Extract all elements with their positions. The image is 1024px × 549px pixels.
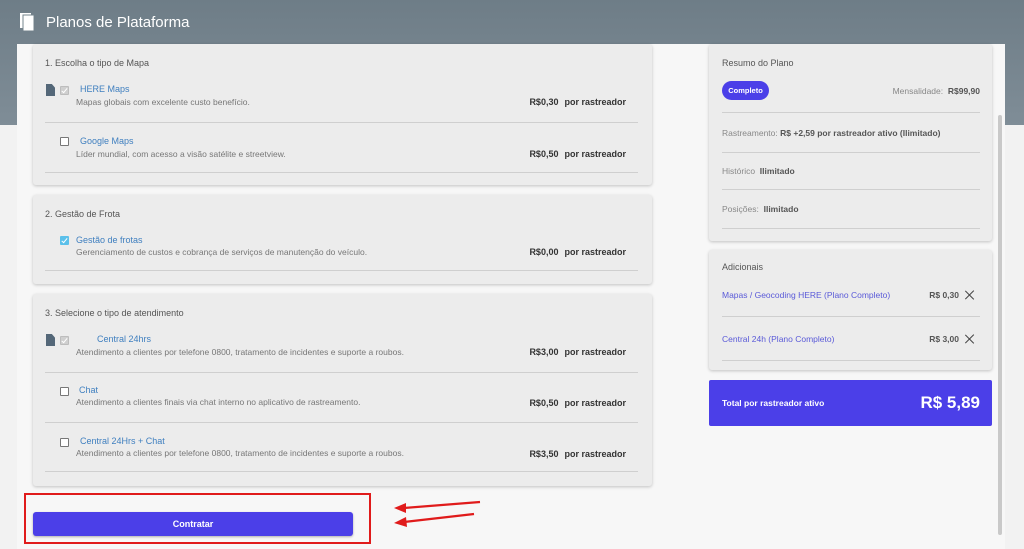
document-icon	[46, 334, 55, 346]
addon-price: R$ 0,30	[929, 290, 959, 300]
total-label: Total por rastreador ativo	[722, 398, 825, 408]
option-price: R$0,50 por rastreador	[529, 149, 626, 159]
fleet-section-card: 2. Gestão de Frota Gestão de frotas Gere…	[33, 195, 652, 284]
addons-card: Adicionais Mapas / Geocoding HERE (Plano…	[709, 250, 992, 370]
annotation-arrow-icon	[394, 500, 481, 527]
total-box: Total por rastreador ativo R$ 5,89	[709, 380, 992, 426]
google-maps-checkbox[interactable]	[60, 137, 69, 146]
addons-title: Adicionais	[722, 262, 764, 272]
section-title: 2. Gestão de Frota	[45, 209, 121, 219]
divider	[722, 152, 980, 153]
divider	[45, 372, 638, 373]
here-maps-checkbox[interactable]	[60, 86, 69, 95]
option-description: Atendimento a clientes finais via chat i…	[76, 397, 361, 407]
plan-badge: Completo	[722, 81, 769, 100]
page-title: Planos de Plataforma	[46, 13, 190, 31]
option-name: Central 24Hrs + Chat	[80, 436, 165, 446]
scrollbar[interactable]	[998, 115, 1002, 535]
option-name: Chat	[79, 385, 99, 395]
contratar-button[interactable]: Contratar	[33, 512, 353, 536]
divider	[45, 270, 638, 271]
monthly-fee: Mensalidade: R$99,90	[892, 86, 980, 96]
divider	[722, 112, 980, 113]
divider	[45, 422, 638, 423]
option-price: R$3,00 por rastreador	[529, 347, 626, 357]
addon-label: Central 24h (Plano Completo)	[722, 334, 835, 344]
option-chat[interactable]: Chat Atendimento a clientes finais via c…	[45, 384, 638, 424]
map-section-card: 1. Escolha o tipo de Mapa HERE Maps Mapa…	[33, 44, 652, 185]
addon-price: R$ 3,00	[929, 334, 959, 344]
option-price: R$0,30 por rastreador	[529, 97, 626, 107]
option-here-maps[interactable]: HERE Maps Mapas globais com excelente cu…	[45, 82, 638, 122]
divider	[722, 228, 980, 229]
remove-addon-icon[interactable]	[965, 290, 975, 300]
option-description: Mapas globais com excelente custo benefí…	[76, 97, 250, 107]
fleet-management-checkbox[interactable]	[60, 236, 69, 245]
positions-info: Posições: Ilimitado	[722, 204, 799, 214]
option-description: Gerenciamento de custos e cobrança de se…	[76, 247, 368, 257]
option-name: HERE Maps	[80, 84, 130, 94]
bookmark-icon	[20, 13, 34, 31]
option-name: Central 24hrs	[97, 334, 152, 344]
addon-label: Mapas / Geocoding HERE (Plano Completo)	[722, 290, 891, 300]
service-section-card: 3. Selecione o tipo de atendimento Centr…	[33, 294, 652, 486]
summary-title: Resumo do Plano	[722, 58, 794, 68]
divider	[45, 122, 638, 123]
option-price: R$3,50 por rastreador	[529, 449, 626, 459]
divider	[722, 360, 980, 361]
option-description: Atendimento a clientes por telefone 0800…	[76, 448, 404, 458]
total-value: R$ 5,89	[920, 393, 980, 412]
option-name: Gestão de frotas	[76, 235, 143, 245]
option-google-maps[interactable]: Google Maps Líder mundial, com acesso a …	[45, 134, 638, 174]
chat-checkbox[interactable]	[60, 387, 69, 396]
option-name: Google Maps	[80, 136, 134, 146]
section-title: 1. Escolha o tipo de Mapa	[45, 58, 150, 68]
divider	[45, 471, 638, 472]
option-description: Líder mundial, com acesso a visão satéli…	[76, 149, 286, 159]
document-icon	[46, 84, 55, 96]
plan-summary-card: Resumo do Plano Completo Mensalidade: R$…	[709, 44, 992, 241]
remove-addon-icon[interactable]	[965, 334, 975, 344]
section-title: 3. Selecione o tipo de atendimento	[45, 308, 184, 318]
tracking-fee: Rastreamento: R$ +2,59 por rastreador at…	[722, 128, 941, 138]
central-24hrs-checkbox[interactable]	[60, 336, 69, 345]
option-price: R$0,00 por rastreador	[529, 247, 626, 257]
option-price: R$0,50 por rastreador	[529, 398, 626, 408]
option-central-24hrs[interactable]: Central 24hrs Atendimento a clientes por…	[45, 332, 638, 372]
option-central-chat[interactable]: Central 24Hrs + Chat Atendimento a clien…	[45, 435, 638, 475]
divider	[722, 316, 980, 317]
option-fleet-management[interactable]: Gestão de frotas Gerenciamento de custos…	[45, 234, 638, 274]
divider	[722, 189, 980, 190]
header-title: Planos de Plataforma	[20, 11, 189, 33]
divider	[45, 172, 638, 173]
central-chat-checkbox[interactable]	[60, 438, 69, 447]
option-description: Atendimento a clientes por telefone 0800…	[76, 347, 404, 357]
history-info: Histórico Ilimitado	[722, 166, 795, 176]
